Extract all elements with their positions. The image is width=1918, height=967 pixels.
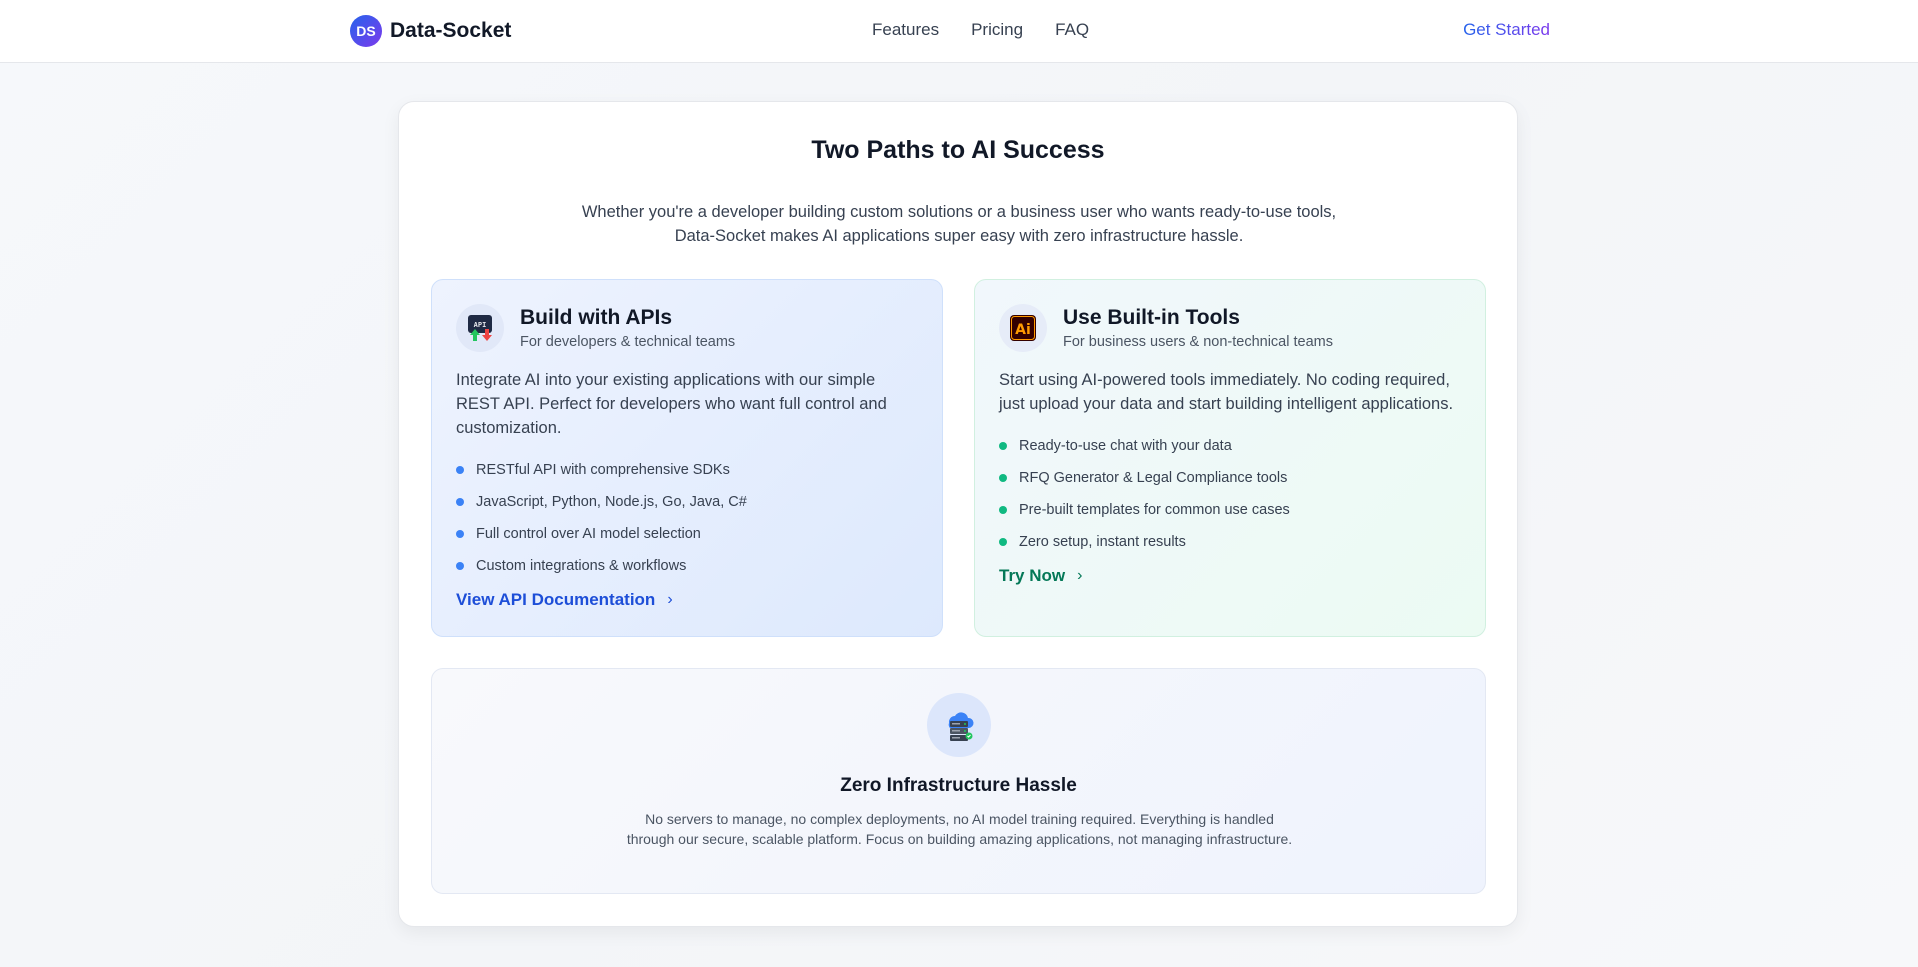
- bullet-dot-icon: [999, 506, 1007, 514]
- bullet-dot-icon: [999, 442, 1007, 450]
- list-item: RESTful API with comprehensive SDKs: [456, 454, 918, 486]
- infra-title: Zero Infrastructure Hassle: [840, 775, 1077, 796]
- svg-text:API: API: [474, 321, 487, 329]
- api-card-subtitle: For developers & technical teams: [520, 334, 736, 350]
- list-item: Ready-to-use chat with your data: [999, 430, 1461, 462]
- section-intro: Whether you're a developer building cust…: [581, 203, 1337, 245]
- view-api-documentation-link[interactable]: View API Documentation ›: [456, 590, 673, 610]
- bullet-dot-icon: [456, 562, 464, 570]
- list-item: Custom integrations & workflows: [456, 550, 918, 582]
- main-nav: Features Pricing FAQ: [872, 20, 1089, 40]
- api-card-title: Build with APIs: [520, 306, 673, 329]
- ai-tools-icon: Ai: [999, 304, 1047, 352]
- feature-text: RESTful API with comprehensive SDKs: [476, 462, 730, 478]
- tools-feature-list: Ready-to-use chat with your data RFQ Gen…: [999, 430, 1461, 558]
- api-icon: API: [456, 304, 504, 352]
- feature-text: JavaScript, Python, Node.js, Go, Java, C…: [476, 494, 747, 510]
- nav-pricing-link[interactable]: Pricing: [971, 20, 1023, 40]
- api-card-description: Integrate AI into your existing applicat…: [456, 371, 887, 437]
- list-item: Pre-built templates for common use cases: [999, 494, 1461, 526]
- cloud-server-icon: [927, 693, 991, 757]
- section-title: Two Paths to AI Success: [811, 136, 1105, 164]
- feature-text: Pre-built templates for common use cases: [1019, 502, 1290, 518]
- nav-faq-link[interactable]: FAQ: [1055, 20, 1089, 40]
- feature-text: Full control over AI model selection: [476, 526, 701, 542]
- feature-text: Ready-to-use chat with your data: [1019, 438, 1232, 454]
- chevron-right-icon: ›: [667, 591, 673, 608]
- two-paths-section: Two Paths to AI Success Whether you're a…: [398, 101, 1518, 927]
- bullet-dot-icon: [999, 474, 1007, 482]
- get-started-link[interactable]: Get Started: [1463, 20, 1550, 40]
- list-item: RFQ Generator & Legal Compliance tools: [999, 462, 1461, 494]
- tools-card-description: Start using AI-powered tools immediately…: [999, 371, 1454, 413]
- link-label: Try Now: [999, 566, 1066, 585]
- nav-features-link[interactable]: Features: [872, 20, 939, 40]
- chevron-right-icon: ›: [1077, 567, 1083, 584]
- try-now-link[interactable]: Try Now ›: [999, 566, 1082, 586]
- feature-text: RFQ Generator & Legal Compliance tools: [1019, 470, 1288, 486]
- top-navigation-bar: DS Data-Socket Features Pricing FAQ Get …: [0, 0, 1918, 63]
- tools-card-header: Ai Use Built-in Tools For business users…: [999, 304, 1461, 352]
- bullet-dot-icon: [456, 498, 464, 506]
- list-item: Full control over AI model selection: [456, 518, 918, 550]
- svg-text:Ai: Ai: [1015, 322, 1031, 338]
- feature-text: Custom integrations & workflows: [476, 558, 687, 574]
- list-item: JavaScript, Python, Node.js, Go, Java, C…: [456, 486, 918, 518]
- logo-badge: DS: [350, 15, 382, 47]
- api-card-header: API Build with APIs For developers & tec…: [456, 304, 918, 352]
- link-label: View API Documentation: [456, 590, 656, 609]
- feature-text: Zero setup, instant results: [1019, 534, 1186, 550]
- list-item: Zero setup, instant results: [999, 526, 1461, 558]
- api-feature-list: RESTful API with comprehensive SDKs Java…: [456, 454, 918, 582]
- infra-description: No servers to manage, no complex deploym…: [626, 811, 1293, 847]
- bullet-dot-icon: [456, 466, 464, 474]
- brand-logo[interactable]: DS Data-Socket: [350, 15, 511, 47]
- tools-card-title: Use Built-in Tools: [1063, 306, 1240, 329]
- zero-infrastructure-panel: Zero Infrastructure Hassle No servers to…: [431, 668, 1486, 894]
- use-built-in-tools-card: Ai Use Built-in Tools For business users…: [974, 279, 1486, 637]
- brand-name: Data-Socket: [390, 19, 512, 42]
- tools-card-subtitle: For business users & non-technical teams: [1063, 334, 1333, 350]
- bullet-dot-icon: [999, 538, 1007, 546]
- bullet-dot-icon: [456, 530, 464, 538]
- build-with-apis-card: API Build with APIs For developers & tec…: [431, 279, 943, 637]
